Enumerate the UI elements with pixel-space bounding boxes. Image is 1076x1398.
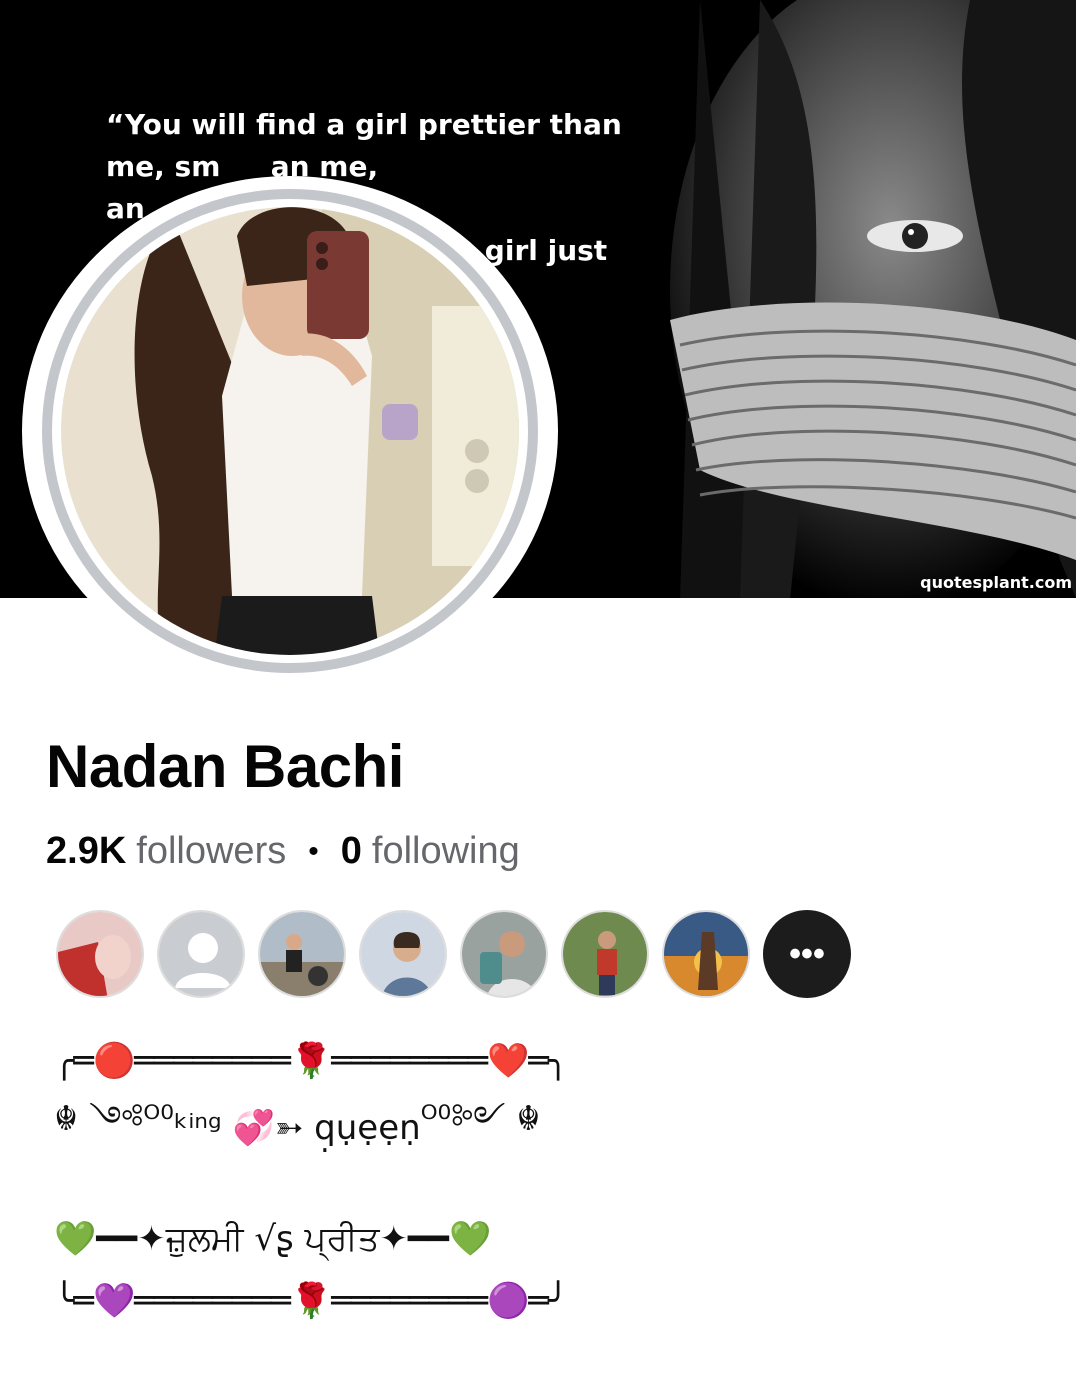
- follower-avatar[interactable]: [258, 910, 346, 998]
- stats-separator: •: [308, 834, 319, 868]
- following-count[interactable]: 0: [341, 830, 362, 873]
- profile-name: Nadan Bachi: [46, 733, 404, 800]
- bio-line-2-left: ☬ ༺ᴼ⁰: [54, 1099, 174, 1139]
- follow-stats: 2.9K followers • 0 following: [46, 830, 520, 873]
- bio-line-2: ☬ ༺ᴼ⁰ ᵏⁱⁿᵍ 💞➳ q̣ụẹẹṇ ᴼ⁰༻ ☬: [54, 1092, 654, 1164]
- bio-line-3: 💚━━✦ਜ਼ੁਲਮੀ √ʂ ਪ੍ਰੀਤ✦━━💚: [54, 1219, 492, 1259]
- follower-avatar[interactable]: [359, 910, 447, 998]
- follower-avatar[interactable]: [56, 910, 144, 998]
- bio-line-2-right: ᴼ⁰༻ ☬: [420, 1099, 541, 1139]
- bio-line-2-mid: ᵏⁱⁿᵍ 💞➳ q̣ụẹẹṇ: [173, 1108, 421, 1148]
- more-followers-button[interactable]: •••: [763, 910, 851, 998]
- profile-bio: ╭═🔴════════🌹════════❤️═╮ ☬ ༺ᴼ⁰ ᵏⁱⁿᵍ 💞➳ q…: [54, 1030, 654, 1332]
- follower-avatar[interactable]: [662, 910, 750, 998]
- followers-label[interactable]: followers: [136, 830, 286, 873]
- profile-photo-image: [27, 181, 553, 681]
- default-user-icon: [159, 912, 243, 996]
- following-label[interactable]: following: [372, 830, 520, 873]
- cover-watermark: quotesplant.com: [920, 573, 1072, 592]
- followers-count[interactable]: 2.9K: [46, 830, 126, 873]
- cover-masked-face-image: [640, 0, 1076, 598]
- bio-line-4: ╰═💜════════🌹════════🟣═╯: [54, 1281, 568, 1321]
- follower-avatars: •••: [56, 910, 864, 998]
- follower-avatar[interactable]: [460, 910, 548, 998]
- follower-avatar[interactable]: [561, 910, 649, 998]
- follower-avatar-default[interactable]: [157, 910, 245, 998]
- profile-picture[interactable]: [22, 176, 558, 686]
